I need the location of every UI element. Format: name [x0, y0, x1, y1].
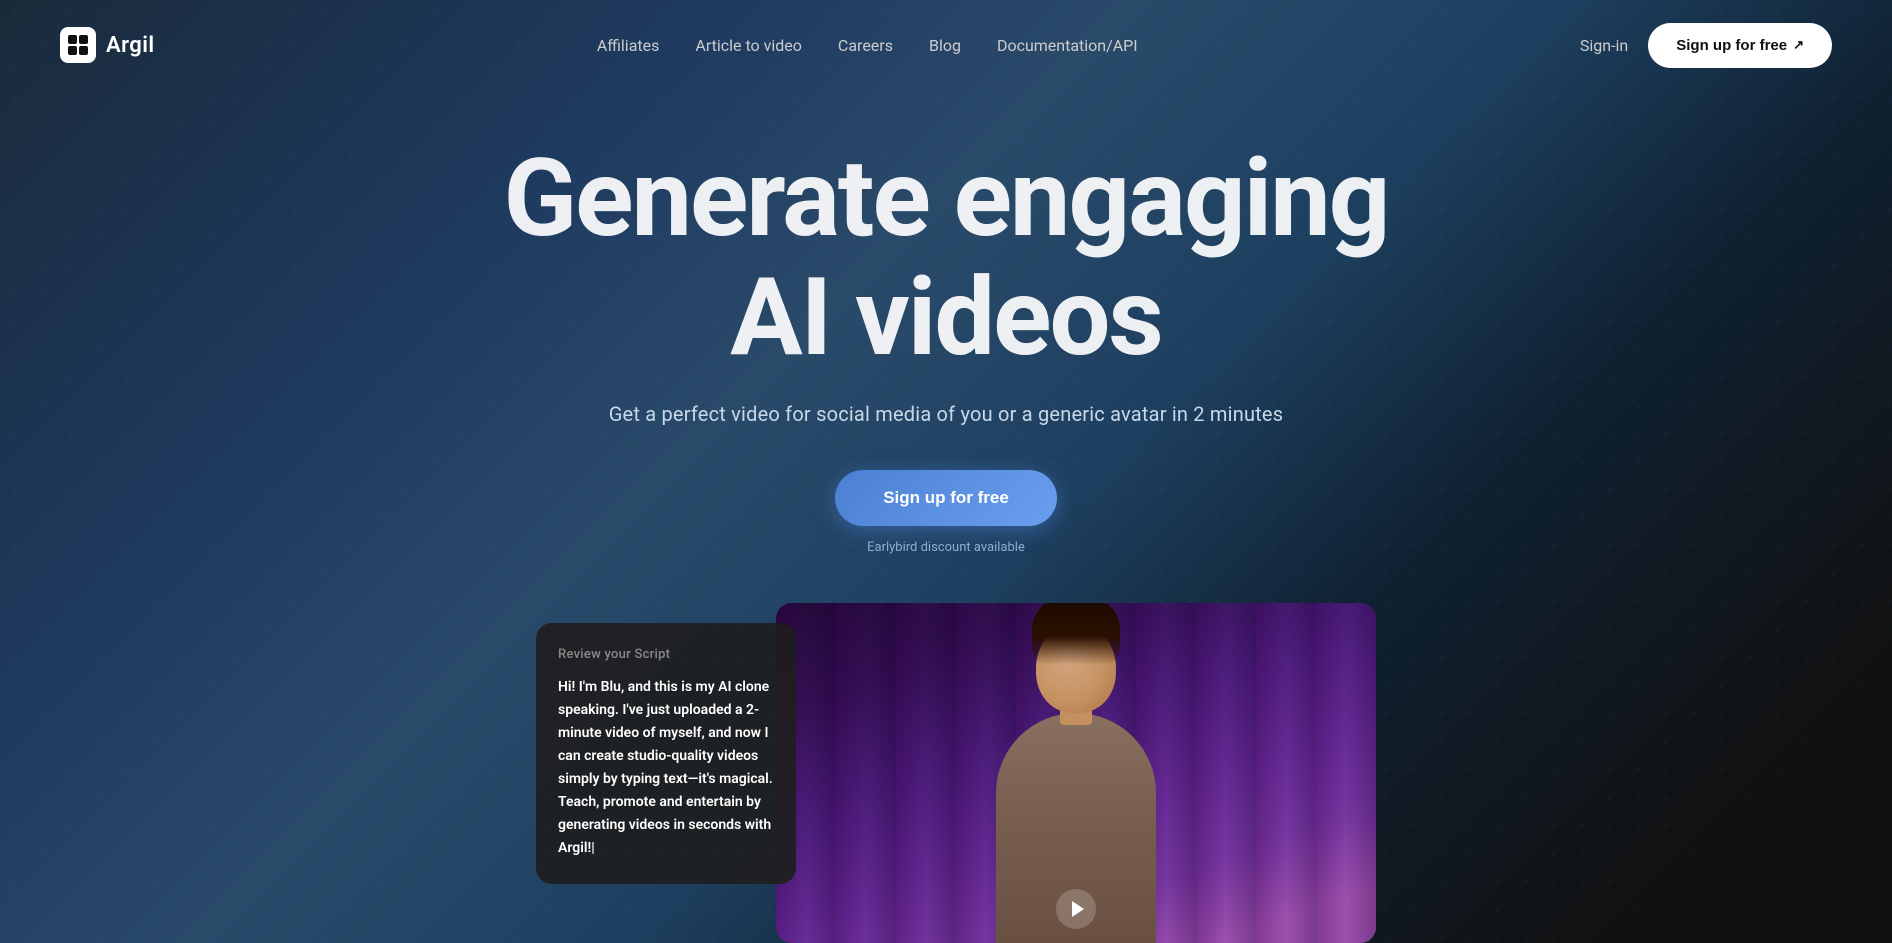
- logo[interactable]: Argil: [60, 27, 155, 63]
- script-panel-body: Hi! I'm Blu, and this is my AI clone spe…: [558, 676, 774, 861]
- header-signup-button[interactable]: Sign up for free ↗: [1648, 23, 1832, 68]
- nav-blog[interactable]: Blog: [929, 36, 961, 55]
- header-actions: Sign-in Sign up for free ↗: [1580, 23, 1832, 68]
- nav-careers[interactable]: Careers: [838, 36, 893, 55]
- play-icon: [1072, 901, 1084, 917]
- script-panel: Review your Script Hi! I'm Blu, and this…: [536, 623, 796, 885]
- hero-title: Generate engaging AI videos: [504, 140, 1389, 378]
- earlybird-label: Earlybird discount available: [867, 540, 1025, 555]
- nav-article-to-video[interactable]: Article to video: [695, 36, 802, 55]
- nav-docs[interactable]: Documentation/API: [997, 36, 1138, 55]
- hero-title-line1: Generate engaging: [504, 140, 1389, 259]
- play-button[interactable]: [1056, 889, 1096, 929]
- person-hair: [1032, 603, 1120, 665]
- script-panel-title: Review your Script: [558, 647, 774, 662]
- hero-section: Generate engaging AI videos Get a perfec…: [0, 0, 1892, 943]
- nav-affiliates[interactable]: Affiliates: [597, 36, 660, 55]
- demo-area: Review your Script Hi! I'm Blu, and this…: [536, 603, 1356, 943]
- hero-content: Generate engaging AI videos Get a perfec…: [0, 0, 1892, 943]
- logo-text: Argil: [106, 33, 155, 58]
- video-preview[interactable]: [776, 603, 1376, 943]
- hero-cta-button[interactable]: Sign up for free: [835, 470, 1057, 526]
- header-signup-label: Sign up for free: [1676, 37, 1787, 54]
- hero-subtitle: Get a perfect video for social media of …: [609, 402, 1284, 426]
- header: Argil Affiliates Article to video Career…: [0, 0, 1892, 90]
- sign-in-link[interactable]: Sign-in: [1580, 36, 1628, 55]
- external-link-icon: ↗: [1793, 37, 1804, 53]
- hero-title-line2: AI videos: [504, 259, 1389, 378]
- main-nav: Affiliates Article to video Careers Blog…: [597, 36, 1138, 55]
- logo-icon: [60, 27, 96, 63]
